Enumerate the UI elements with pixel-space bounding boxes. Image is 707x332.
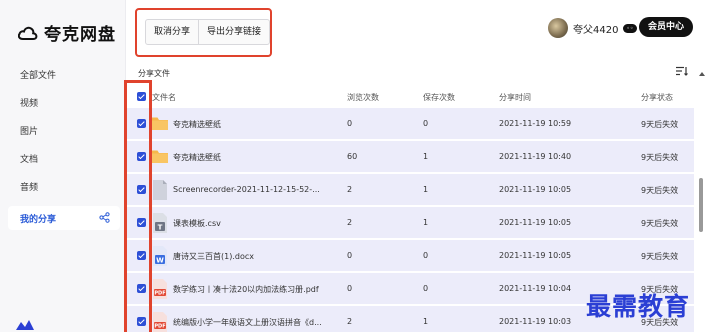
svg-text:W: W xyxy=(156,257,164,265)
file-name[interactable]: 统编版小学一年级语文上册汉语拼音《d... xyxy=(173,317,322,328)
table-row[interactable]: Screenrecorder-2021-11-12-15-52-... 2 1 … xyxy=(126,174,694,206)
save-count: 1 xyxy=(423,317,429,326)
text-file-icon: T xyxy=(153,213,167,233)
share-time: 2021-11-19 10:05 xyxy=(499,185,572,194)
user-profile[interactable]: 夸父4420 ◦◦ xyxy=(548,18,637,38)
member-center-button[interactable]: 会员中心 xyxy=(639,17,693,37)
sidebar-item-documents[interactable]: 文档 xyxy=(20,152,38,165)
share-status: 9天后失效 xyxy=(641,186,679,195)
scrollbar[interactable] xyxy=(697,80,705,332)
video-file-icon xyxy=(153,180,167,200)
table-row[interactable]: T 课表模板.csv 2 1 2021-11-19 10:05 9天后失效 xyxy=(126,207,694,239)
sort-icon[interactable] xyxy=(676,66,688,76)
sidebar-item-label: 我的分享 xyxy=(20,215,57,225)
share-time: 2021-11-19 10:04 xyxy=(499,284,572,293)
view-count: 2 xyxy=(347,185,353,194)
file-name[interactable]: 数学练习丨凑十法20以内加法练习册.pdf xyxy=(173,284,319,295)
file-name[interactable]: 唐诗又三百首(1).docx xyxy=(173,251,254,262)
watermark: 最需教育 xyxy=(586,292,691,321)
table-header: 文件名 浏览次数 保存次数 分享时间 分享状态 xyxy=(126,86,694,106)
share-status: 9天后失效 xyxy=(641,153,679,162)
member-level-badge: ◦◦ xyxy=(623,23,637,33)
avatar xyxy=(548,18,568,38)
cloud-logo-icon xyxy=(18,26,38,40)
username: 夸父4420 xyxy=(573,24,619,36)
export-share-links-button[interactable]: 导出分享链接 xyxy=(198,20,269,44)
checkbox-column-highlight xyxy=(124,80,152,332)
column-header-share-time[interactable]: 分享时间 xyxy=(499,92,531,103)
pdf-file-icon: PDF xyxy=(153,312,167,332)
save-count: 1 xyxy=(423,152,429,161)
folder-icon xyxy=(152,150,168,163)
save-count: 0 xyxy=(423,119,429,128)
scroll-up-arrow[interactable] xyxy=(699,72,705,76)
scroll-thumb[interactable] xyxy=(699,178,703,232)
svg-text:PDF: PDF xyxy=(154,291,165,297)
view-count: 2 xyxy=(347,317,353,326)
view-count: 0 xyxy=(347,284,353,293)
table-row[interactable]: 夸克精选壁纸 60 1 2021-11-19 10:40 9天后失效 xyxy=(126,141,694,173)
share-icon xyxy=(99,212,110,223)
share-time: 2021-11-19 10:05 xyxy=(499,251,572,260)
pdf-file-icon: PDF xyxy=(153,279,167,299)
file-name[interactable]: Screenrecorder-2021-11-12-15-52-... xyxy=(173,185,320,194)
table-row[interactable]: W 唐诗又三百首(1).docx 0 0 2021-11-19 10:05 9天… xyxy=(126,240,694,272)
svg-text:T: T xyxy=(158,224,163,232)
cancel-share-button[interactable]: 取消分享 xyxy=(146,20,198,44)
share-time: 2021-11-19 10:59 xyxy=(499,119,572,128)
share-status: 9天后失效 xyxy=(641,120,679,129)
folder-icon xyxy=(152,117,168,130)
corner-brand-icon xyxy=(16,320,34,330)
file-name[interactable]: 课表模板.csv xyxy=(173,218,221,229)
selection-toolbar: 取消分享 导出分享链接 xyxy=(145,19,271,45)
sidebar-item-my-shares[interactable]: 我的分享 xyxy=(8,206,120,230)
view-count: 60 xyxy=(347,152,358,161)
view-count: 0 xyxy=(347,251,353,260)
column-header-views[interactable]: 浏览次数 xyxy=(347,92,379,103)
section-title: 分享文件 xyxy=(138,69,170,78)
save-count: 1 xyxy=(423,185,429,194)
share-time: 2021-11-19 10:03 xyxy=(499,317,572,326)
app-name: 夸克网盘 xyxy=(44,25,116,45)
share-status: 9天后失效 xyxy=(641,252,679,261)
sidebar-item-all-files[interactable]: 全部文件 xyxy=(20,68,56,81)
column-header-share-status[interactable]: 分享状态 xyxy=(641,92,673,103)
share-time: 2021-11-19 10:40 xyxy=(499,152,572,161)
svg-text:PDF: PDF xyxy=(154,324,165,330)
share-time: 2021-11-19 10:05 xyxy=(499,218,572,227)
sidebar-item-audio[interactable]: 音频 xyxy=(20,180,38,193)
column-header-saves[interactable]: 保存次数 xyxy=(423,92,455,103)
sidebar-item-video[interactable]: 视频 xyxy=(20,96,38,109)
column-header-filename[interactable]: 文件名 xyxy=(152,92,176,103)
save-count: 0 xyxy=(423,251,429,260)
save-count: 0 xyxy=(423,284,429,293)
view-count: 0 xyxy=(347,119,353,128)
sidebar: 夸克网盘 全部文件 视频 图片 文档 音频 我的分享 xyxy=(0,0,126,332)
table-row[interactable]: 夸克精选壁纸 0 0 2021-11-19 10:59 9天后失效 xyxy=(126,108,694,140)
selection-toolbar-highlight: 取消分享 导出分享链接 xyxy=(135,8,272,57)
view-count: 2 xyxy=(347,218,353,227)
save-count: 1 xyxy=(423,218,429,227)
sidebar-item-images[interactable]: 图片 xyxy=(20,124,38,137)
word-file-icon: W xyxy=(153,246,167,266)
app-logo[interactable]: 夸克网盘 xyxy=(18,20,116,45)
file-name[interactable]: 夸克精选壁纸 xyxy=(173,119,221,130)
share-status: 9天后失效 xyxy=(641,219,679,228)
file-name[interactable]: 夸克精选壁纸 xyxy=(173,152,221,163)
